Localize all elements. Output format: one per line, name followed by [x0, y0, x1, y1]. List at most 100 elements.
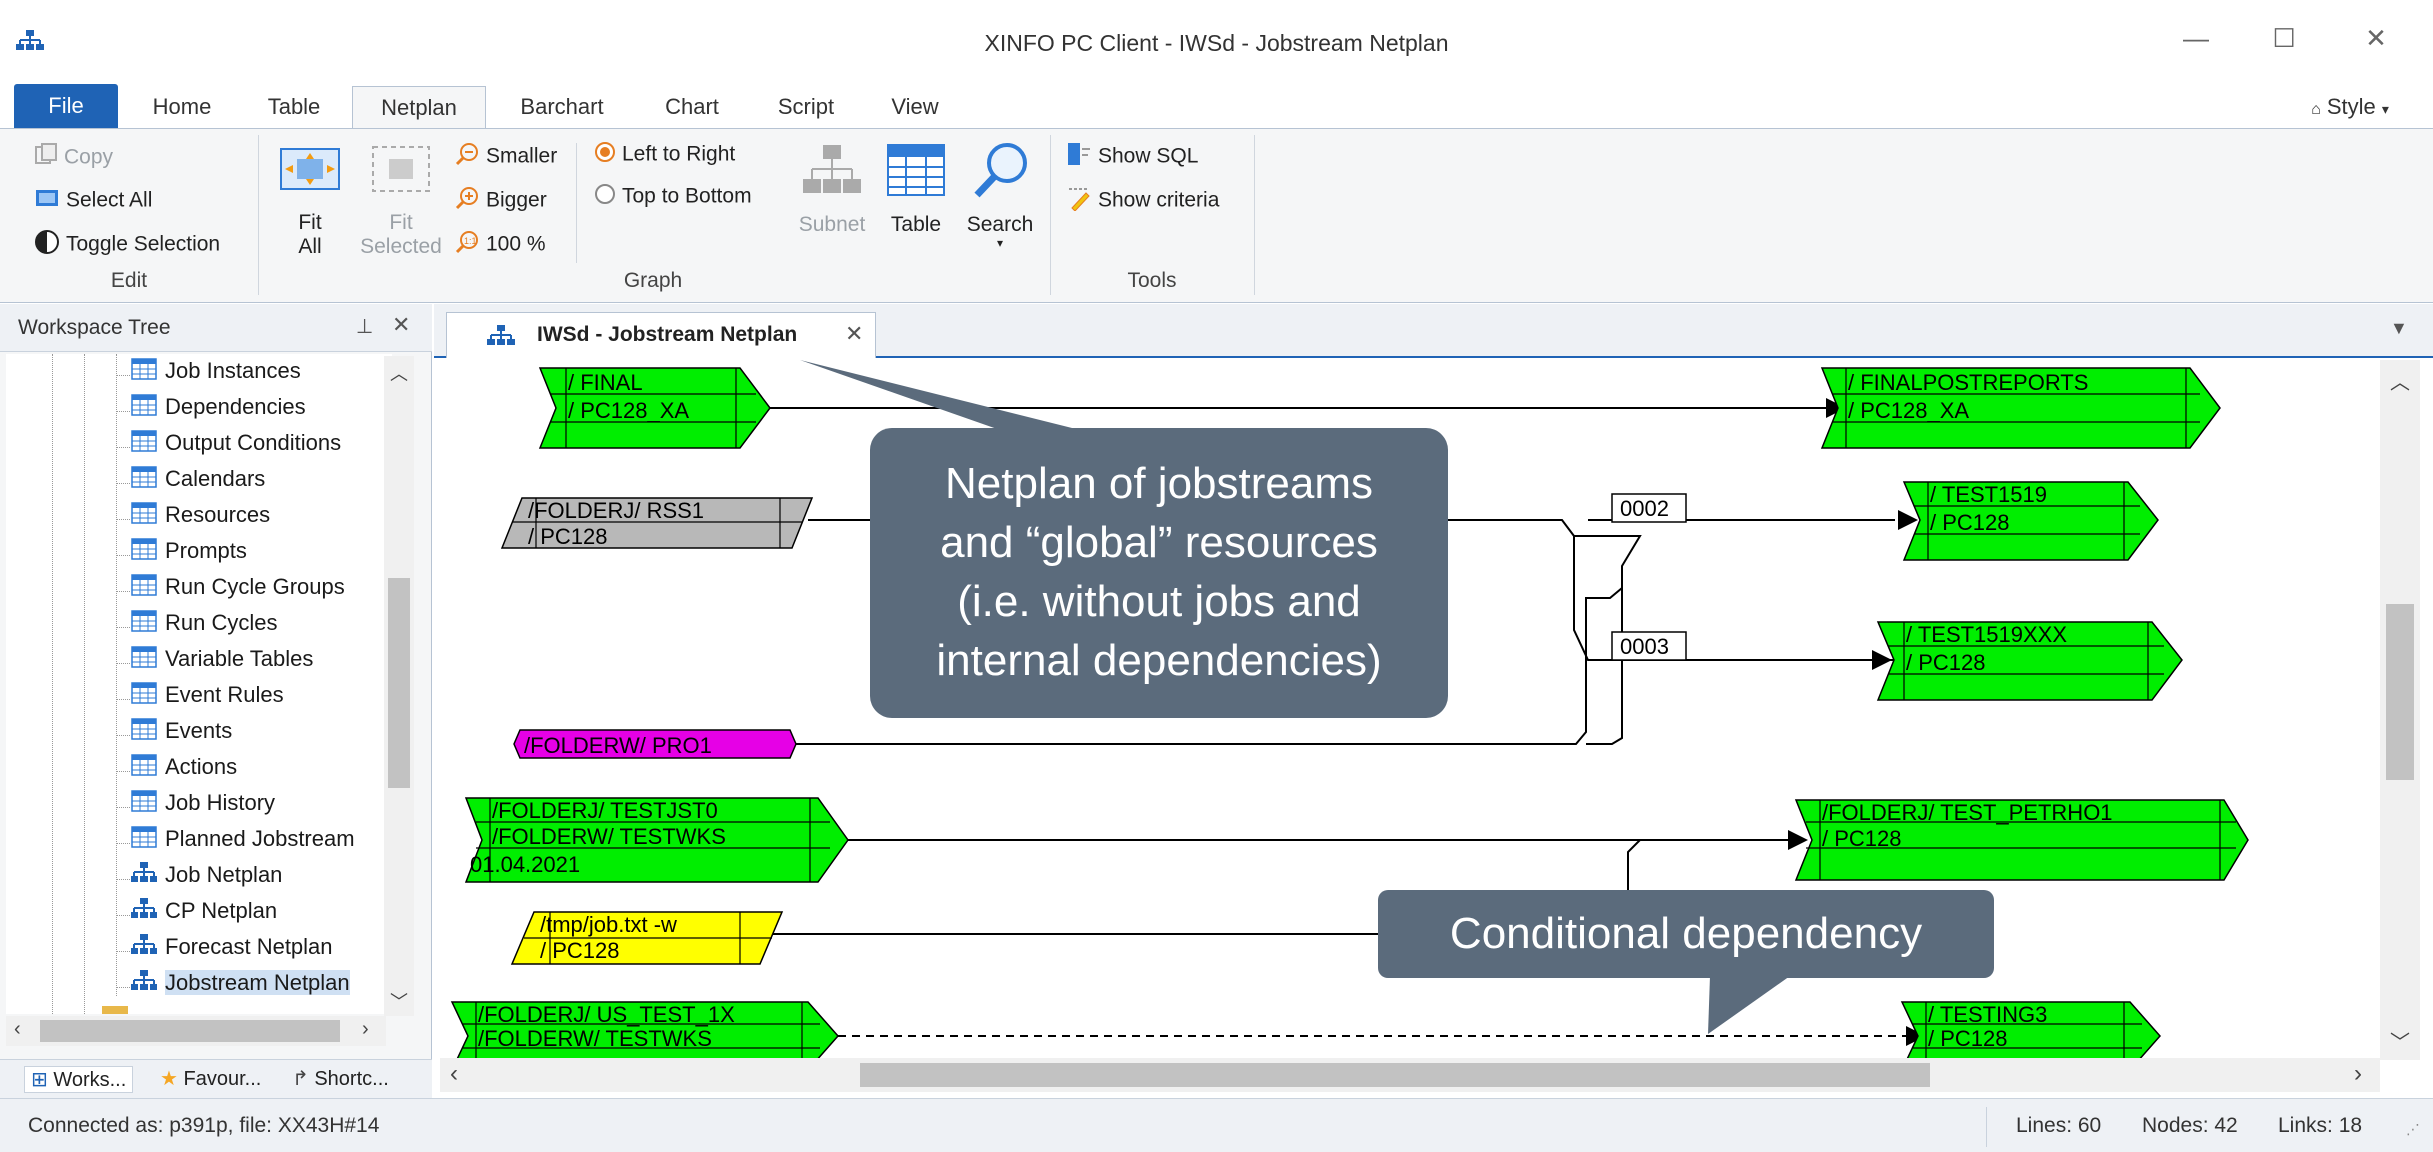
tree-item-job-netplan[interactable]: Job Netplan	[131, 862, 282, 896]
jobstream-node-testjst0[interactable]: /FOLDERJ/ TESTJST0 /FOLDERW/ TESTWKS 01.…	[464, 797, 849, 883]
tab-netplan[interactable]: Netplan	[352, 86, 486, 128]
tree-item-run-cycle-groups[interactable]: Run Cycle Groups	[131, 574, 345, 608]
top-to-bottom-radio[interactable]: Top to Bottom	[594, 183, 752, 211]
tab-table[interactable]: Table	[256, 86, 332, 128]
arrow-head	[1788, 830, 1808, 850]
left-to-right-radio[interactable]: Left to Right	[594, 141, 735, 169]
tab-script[interactable]: Script	[766, 86, 846, 128]
table-icon	[131, 646, 157, 674]
pin-icon[interactable]: ⊥	[356, 314, 373, 339]
scroll-right-icon[interactable]: ›	[362, 1018, 369, 1041]
select-all-button[interactable]: Select All	[34, 186, 152, 216]
table-icon	[131, 718, 157, 746]
jobstream-node-us-test-1x[interactable]: /FOLDERJ/ US_TEST_1X /FOLDERW/ TESTWKS	[450, 1001, 840, 1060]
tab-workspace[interactable]: ⊞ Works...	[24, 1066, 134, 1093]
maximize-button[interactable]: ☐	[2254, 18, 2314, 58]
tree-item-label: Resources	[165, 502, 271, 527]
tree-item-output-conditions[interactable]: Output Conditions	[131, 430, 341, 464]
jobstream-node-test1519[interactable]: / TEST1519 / PC128	[1902, 481, 2159, 561]
bigger-button[interactable]: Bigger	[454, 185, 547, 217]
tab-barchart[interactable]: Barchart	[508, 86, 616, 128]
scroll-thumb[interactable]	[388, 578, 410, 788]
table-icon	[131, 466, 157, 494]
svg-text:1:1: 1:1	[464, 236, 477, 246]
tab-list-dropdown-icon[interactable]: ▼	[2390, 318, 2408, 339]
search-button[interactable]: Search ▾	[960, 141, 1040, 249]
zoom-in-icon	[454, 185, 480, 217]
group-label-graph: Graph	[623, 269, 683, 292]
subnet-button[interactable]: Subnet	[790, 141, 874, 237]
tree-item-resources[interactable]: Resources	[131, 502, 270, 536]
jobstream-node-rss1[interactable]: /FOLDERJ/ RSS1 / PC128	[500, 497, 814, 549]
tab-file[interactable]: File	[14, 84, 118, 128]
workspace-vertical-scrollbar[interactable]: ︿ ﹀	[384, 356, 414, 1016]
jobstream-node-test1519xxx[interactable]: / TEST1519XXX / PC128	[1876, 621, 2183, 701]
scroll-down-icon[interactable]: ﹀	[2390, 1026, 2410, 1055]
status-bar: Connected as: p391p, file: XX43H#14 Line…	[0, 1098, 2433, 1152]
tree-item-prompts[interactable]: Prompts	[131, 538, 247, 572]
close-button[interactable]: ✕	[2346, 18, 2406, 58]
close-tab-icon[interactable]: ✕	[845, 321, 863, 347]
scroll-down-icon[interactable]: ﹀	[390, 988, 408, 1014]
resource-node-job-txt[interactable]: /tmp/job.txt -w / PC128	[510, 911, 784, 965]
jobstream-node-final[interactable]: / FINAL / PC128_XA	[538, 367, 771, 449]
resize-grip-icon[interactable]: ⋰	[2406, 1121, 2420, 1138]
toggle-selection-button[interactable]: Toggle Selection	[34, 229, 220, 261]
smaller-button[interactable]: Smaller	[454, 141, 557, 173]
tree-item-event-rules[interactable]: Event Rules	[131, 682, 284, 716]
jobstream-node-testing3[interactable]: / TESTING3 / PC128	[1900, 1001, 2162, 1060]
fit-selected-button[interactable]: Fit Selected	[354, 141, 448, 259]
show-criteria-button[interactable]: Show criteria	[1066, 185, 1219, 217]
callout-netplan-text: Netplan of jobstreams and “global” resou…	[870, 454, 1448, 690]
tree-item-calendars[interactable]: Calendars	[131, 466, 265, 500]
scroll-right-icon[interactable]: ›	[2354, 1060, 2362, 1088]
tree-item-forecast-netplan[interactable]: Forecast Netplan	[131, 934, 333, 968]
tree-item-jobstream-netplan[interactable]: Jobstream Netplan	[131, 970, 350, 1004]
node-line-2: /FOLDERW/ TESTWKS	[478, 1026, 712, 1051]
scroll-up-icon[interactable]: ︿	[2390, 366, 2410, 395]
toggle-selection-icon	[34, 229, 60, 261]
canvas-horizontal-scrollbar[interactable]: ‹ ›	[440, 1058, 2380, 1092]
scroll-left-icon[interactable]: ‹	[14, 1018, 21, 1041]
close-panel-icon[interactable]: ✕	[392, 312, 410, 338]
tree-item-run-cycles[interactable]: Run Cycles	[131, 610, 277, 644]
netplan-canvas[interactable]: 0002 0003 / FINAL / PC128_XA / FINALPOST…	[440, 360, 2380, 1060]
table-button[interactable]: Table	[880, 141, 952, 237]
tree-guide	[116, 411, 130, 412]
scroll-thumb[interactable]	[40, 1020, 340, 1042]
canvas-vertical-scrollbar[interactable]: ︿ ﹀	[2380, 360, 2420, 1060]
edge[interactable]	[1586, 650, 1623, 745]
scroll-left-icon[interactable]: ‹	[450, 1060, 458, 1088]
tab-home[interactable]: Home	[140, 86, 224, 128]
tree-item-job-instances[interactable]: Job Instances	[131, 358, 301, 392]
tree-item-job-history[interactable]: Job History	[131, 790, 275, 824]
jobstream-node-finalpostreports[interactable]: / FINALPOSTREPORTS / PC128_XA	[1820, 367, 2221, 449]
document-tab[interactable]: IWSd - Jobstream Netplan ✕	[446, 312, 876, 358]
style-menu[interactable]: ⌂ Style ▾	[2290, 86, 2410, 128]
copy-button[interactable]: Copy	[34, 143, 113, 173]
tab-favourites[interactable]: ★ Favour...	[160, 1066, 261, 1091]
tab-shortcuts[interactable]: ↱ Shortc...	[292, 1066, 389, 1091]
tree-item-events[interactable]: Events	[131, 718, 232, 752]
tree-item-dependencies[interactable]: Dependencies	[131, 394, 306, 428]
scroll-thumb[interactable]	[2386, 604, 2414, 780]
scroll-up-icon[interactable]: ︿	[390, 360, 408, 386]
zoom-100-button[interactable]: 1:1 100 %	[454, 229, 546, 261]
tab-chart[interactable]: Chart	[652, 86, 732, 128]
node-line-2: /FOLDERW/ TESTWKS	[492, 824, 726, 849]
links-count: Links: 18	[2278, 1114, 2363, 1137]
scroll-thumb[interactable]	[860, 1063, 1930, 1087]
show-sql-button[interactable]: Show SQL	[1066, 141, 1198, 173]
tree-guide	[116, 591, 130, 592]
tree-item-planned-jobstream[interactable]: Planned Jobstream	[131, 826, 355, 860]
tree-item-cp-netplan[interactable]: CP Netplan	[131, 898, 277, 932]
jobstream-node-test-petrho1[interactable]: /FOLDERJ/ TEST_PETRHO1 / PC128	[1794, 799, 2249, 881]
tree-item-variable-tables[interactable]: Variable Tables	[131, 646, 313, 680]
tab-view[interactable]: View	[880, 86, 950, 128]
tree-item-actions[interactable]: Actions	[131, 754, 237, 788]
resource-node-pro1[interactable]: /FOLDERW/ PRO1	[513, 729, 797, 759]
fit-all-button[interactable]: Fit All	[274, 141, 346, 259]
folder-icon	[102, 1006, 128, 1014]
workspace-horizontal-scrollbar[interactable]: ‹ ›	[6, 1016, 386, 1046]
minimize-button[interactable]: —	[2166, 18, 2226, 58]
